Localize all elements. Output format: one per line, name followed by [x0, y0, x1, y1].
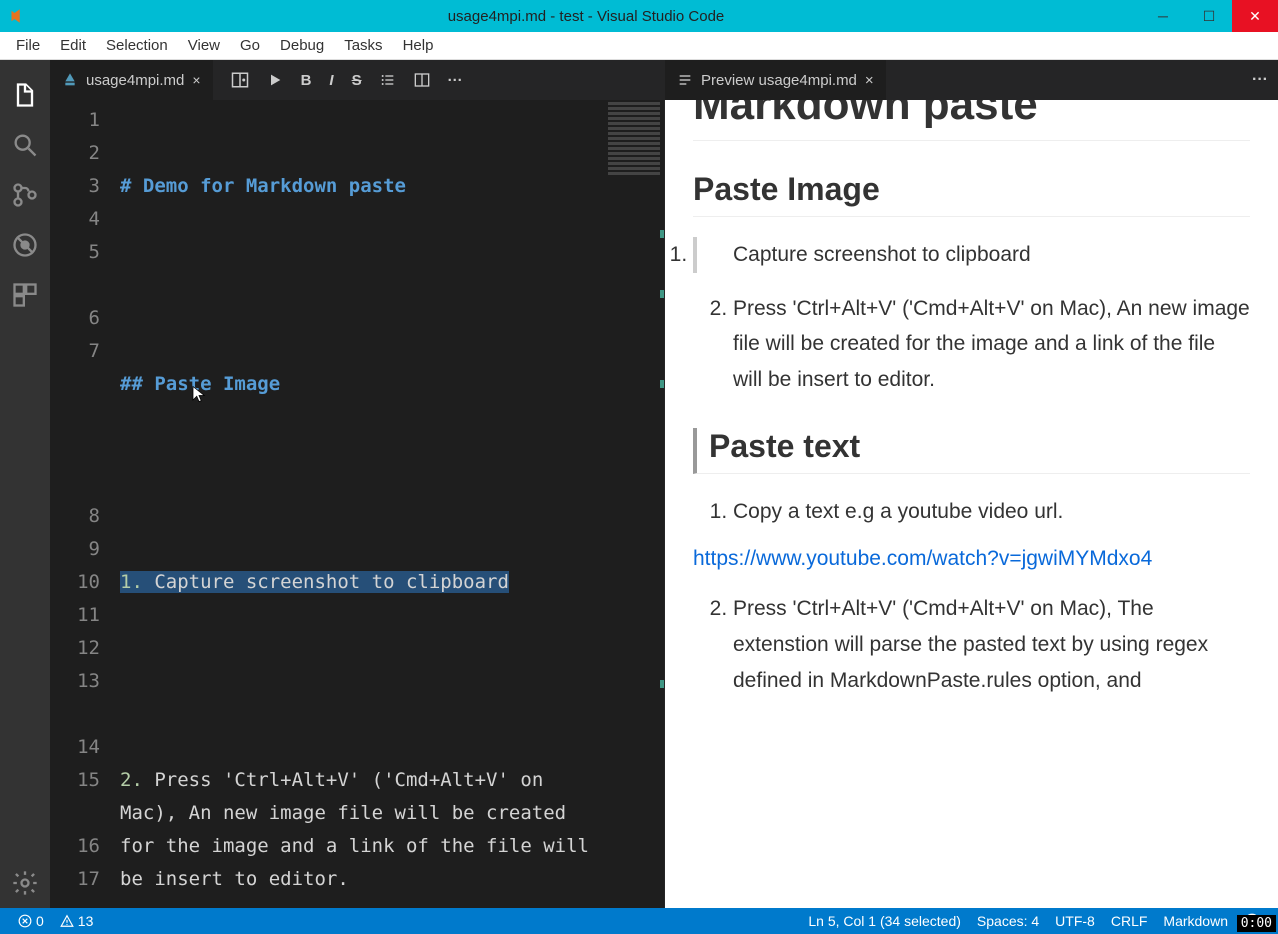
status-eol[interactable]: CRLF: [1103, 913, 1156, 929]
strike-button[interactable]: S: [352, 72, 362, 89]
code-content[interactable]: # Demo for Markdown paste ## Paste Image…: [120, 100, 664, 908]
menu-help[interactable]: Help: [393, 37, 444, 54]
editor-pane: usage4mpi.md × B I S ··· 1 2: [50, 60, 665, 908]
editor-area: usage4mpi.md × B I S ··· 1 2: [50, 60, 1278, 908]
window-titlebar: usage4mpi.md - test - Visual Studio Code…: [0, 0, 1278, 32]
editor-tab[interactable]: usage4mpi.md ×: [50, 60, 213, 100]
bold-button[interactable]: B: [301, 72, 312, 89]
preview-list: Capture screenshot to clipboard Press 'C…: [693, 237, 1250, 398]
code-line: # Demo for Markdown paste: [120, 175, 406, 197]
code-line: [120, 665, 594, 698]
window-title: usage4mpi.md - test - Visual Studio Code: [32, 8, 1140, 25]
maximize-button[interactable]: ☐: [1186, 0, 1232, 32]
preview-h2-paste-text: Paste text: [693, 428, 1250, 474]
status-warnings[interactable]: 13: [52, 913, 102, 929]
status-language[interactable]: Markdown: [1155, 913, 1236, 929]
more-icon[interactable]: ···: [448, 72, 463, 89]
preview-h2-paste-image: Paste Image: [693, 171, 1250, 217]
vscode-app-icon: [0, 7, 32, 25]
menu-selection[interactable]: Selection: [96, 37, 178, 54]
italic-button[interactable]: I: [329, 72, 333, 89]
editor-tab-label: usage4mpi.md: [86, 72, 184, 89]
editor-toolbar: B I S ···: [231, 71, 463, 89]
menubar: File Edit Selection View Go Debug Tasks …: [0, 32, 1278, 60]
debug-icon[interactable]: [0, 220, 50, 270]
list-item: Capture screenshot to clipboard: [693, 237, 1250, 273]
preview-h1: Markdown paste: [693, 100, 1250, 141]
status-encoding[interactable]: UTF-8: [1047, 913, 1103, 929]
statusbar: 0 13 Ln 5, Col 1 (34 selected) Spaces: 4…: [0, 908, 1278, 934]
preview-link[interactable]: https://www.youtube.com/watch?v=jgwiMYMd…: [693, 547, 1250, 571]
window-controls: ─ ☐ ✕: [1140, 0, 1278, 32]
git-icon[interactable]: [0, 170, 50, 220]
explorer-icon[interactable]: [0, 70, 50, 120]
close-icon[interactable]: ×: [865, 72, 874, 89]
preview-list: Press 'Ctrl+Alt+V' ('Cmd+Alt+V' on Mac),…: [693, 591, 1250, 698]
preview-side-icon[interactable]: [231, 71, 249, 89]
code-line: [120, 269, 594, 302]
menu-file[interactable]: File: [6, 37, 50, 54]
list-item: Press 'Ctrl+Alt+V' ('Cmd+Alt+V' on Mac),…: [733, 591, 1250, 698]
split-icon[interactable]: [414, 72, 430, 88]
status-cursor[interactable]: Ln 5, Col 1 (34 selected): [800, 913, 969, 929]
menu-tasks[interactable]: Tasks: [334, 37, 392, 54]
code-line: ## Paste Image: [120, 373, 280, 395]
preview-icon: [677, 72, 693, 88]
code-line: [120, 467, 594, 500]
preview-pane: Preview usage4mpi.md × ··· Markdown past…: [665, 60, 1278, 908]
main-area: usage4mpi.md × B I S ··· 1 2: [0, 60, 1278, 908]
list-icon[interactable]: [380, 72, 396, 88]
menu-go[interactable]: Go: [230, 37, 270, 54]
preview-list: Copy a text e.g a youtube video url.: [693, 494, 1250, 530]
more-icon[interactable]: ···: [1252, 71, 1278, 89]
menu-edit[interactable]: Edit: [50, 37, 96, 54]
recording-timer: 0:00: [1237, 915, 1276, 932]
close-button[interactable]: ✕: [1232, 0, 1278, 32]
activitybar: [0, 60, 50, 908]
list-item: Copy a text e.g a youtube video url.: [733, 494, 1250, 530]
search-icon[interactable]: [0, 120, 50, 170]
editor-tabbar: usage4mpi.md × B I S ···: [50, 60, 664, 100]
minimize-button[interactable]: ─: [1140, 0, 1186, 32]
menu-view[interactable]: View: [178, 37, 230, 54]
menu-debug[interactable]: Debug: [270, 37, 334, 54]
close-icon[interactable]: ×: [192, 72, 200, 88]
extensions-icon[interactable]: [0, 270, 50, 320]
preview-tab-label: Preview usage4mpi.md: [701, 72, 857, 89]
editor-body[interactable]: 1 2 3 4 5 6 7 8 9 10 11 12: [50, 100, 664, 908]
markdown-file-icon: [62, 72, 78, 88]
status-errors[interactable]: 0: [10, 913, 52, 929]
line-gutter: 1 2 3 4 5 6 7 8 9 10 11 12: [50, 100, 120, 908]
preview-body[interactable]: Markdown paste Paste Image Capture scree…: [665, 100, 1278, 908]
list-item: Press 'Ctrl+Alt+V' ('Cmd+Alt+V' on Mac),…: [733, 291, 1250, 398]
preview-tab[interactable]: Preview usage4mpi.md ×: [665, 60, 886, 100]
run-icon[interactable]: [267, 72, 283, 88]
gear-icon[interactable]: [0, 858, 50, 908]
status-spaces[interactable]: Spaces: 4: [969, 913, 1047, 929]
preview-tabbar: Preview usage4mpi.md × ···: [665, 60, 1278, 100]
minimap[interactable]: [604, 100, 664, 908]
